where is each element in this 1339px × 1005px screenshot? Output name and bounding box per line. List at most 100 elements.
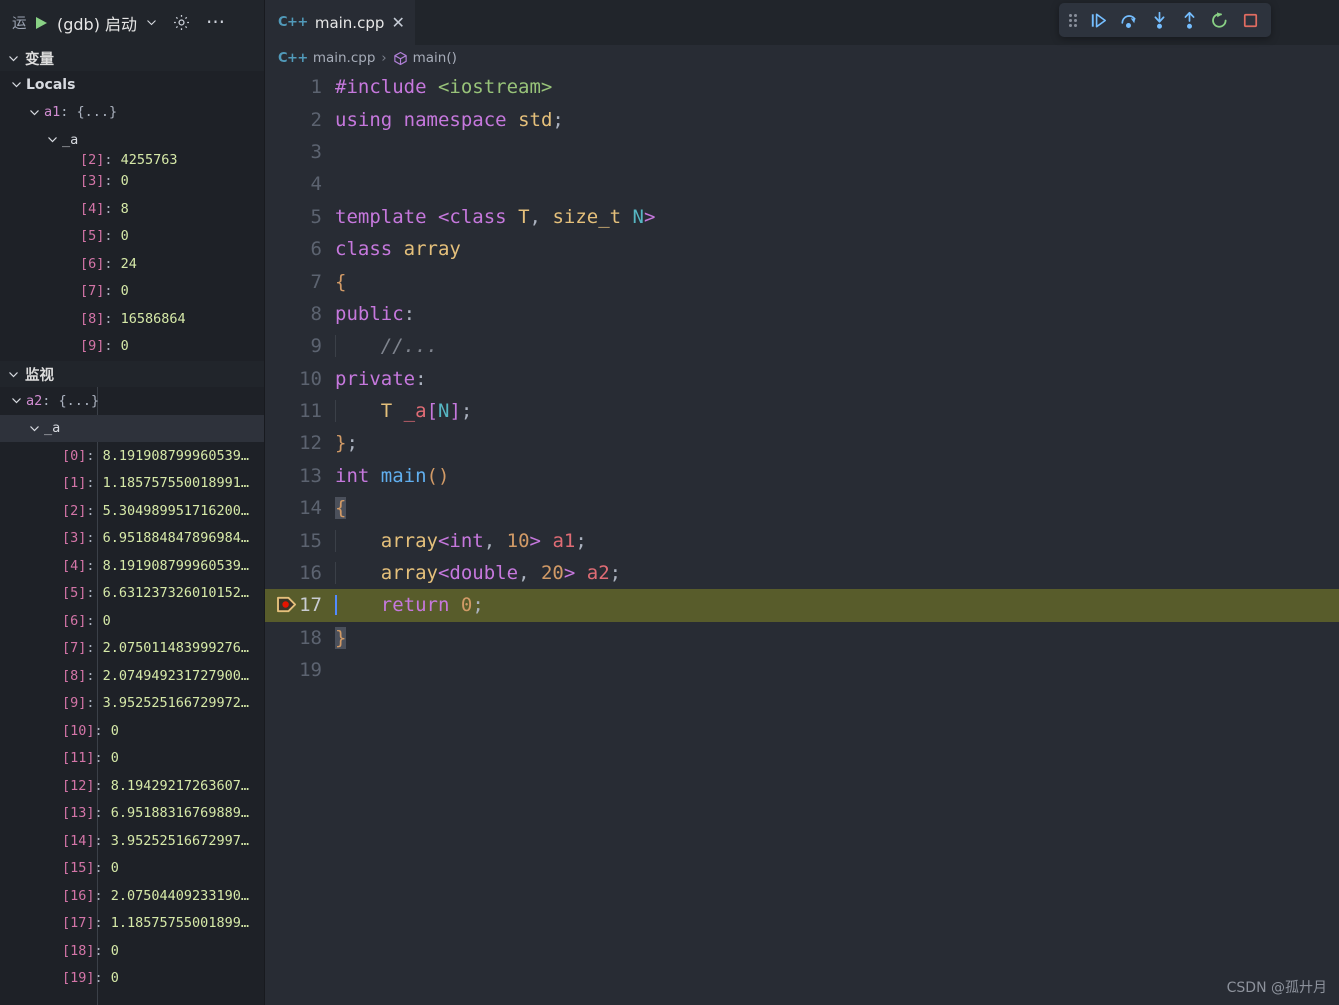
breadcrumb-item-file[interactable]: C++ main.cpp xyxy=(278,50,375,66)
code-line[interactable]: 3 xyxy=(265,136,1339,168)
debug-stackframe-breakpoint-icon[interactable] xyxy=(275,595,299,615)
tree-row[interactable]: [18]: 0 xyxy=(0,937,264,965)
code-tokens: using namespace std; xyxy=(335,108,564,131)
tree-row[interactable]: [11]: 0 xyxy=(0,745,264,773)
line-number: 19 xyxy=(299,659,322,682)
code-line[interactable]: 10 private: xyxy=(265,363,1339,395)
code-text: int main() xyxy=(335,465,1339,487)
step-out-button[interactable] xyxy=(1177,7,1202,33)
more-ellipsis-icon[interactable]: ⋯ xyxy=(206,13,226,32)
code-line[interactable]: 12}; xyxy=(265,427,1339,459)
code-editor[interactable]: 1 #include <iostream> 2 using namespace std… xyxy=(265,71,1339,1005)
tree-row[interactable]: [3]: 0 xyxy=(0,168,264,196)
code-tokens: T _a[N]; xyxy=(380,400,473,423)
chevron-down-icon xyxy=(8,369,19,380)
tree-row[interactable]: a2: {...} xyxy=(0,387,264,415)
code-line[interactable]: 1 #include <iostream> xyxy=(265,71,1339,103)
tree-row[interactable]: [9]: 0 xyxy=(0,333,264,361)
code-line[interactable]: 5 template <class T, size_t N> xyxy=(265,201,1339,233)
code-line[interactable]: 8 public: xyxy=(265,298,1339,330)
variables-tree[interactable]: Locals a1: {...} _a [2]: 4255763 [3]: 0 [4]: … xyxy=(0,71,264,361)
tree-row[interactable]: [2]: 5.304989951716200… xyxy=(0,497,264,525)
chevron-down-icon[interactable] xyxy=(44,132,60,148)
tree-row[interactable]: [19]: 0 xyxy=(0,965,264,993)
code-line[interactable]: 4 xyxy=(265,168,1339,200)
tree-row[interactable]: [13]: 6.95188316769889… xyxy=(0,800,264,828)
tree-row[interactable]: [0]: 8.191908799960539… xyxy=(0,442,264,470)
tree-row[interactable]: _a xyxy=(0,414,264,442)
line-number: 7 xyxy=(310,270,322,293)
watch-section: 监视 a2: {...} _a [0]: 8.191908799960539… [1]… xyxy=(0,361,264,1005)
chevron-down-icon[interactable] xyxy=(26,104,42,120)
tree-row[interactable]: [6]: 24 xyxy=(0,250,264,278)
tree-row-label: [19]: 0 xyxy=(62,970,119,987)
code-tokens: array<int, 10> a1; xyxy=(380,529,587,552)
code-tokens: template <class T, size_t N> xyxy=(335,205,656,228)
tree-row[interactable]: [14]: 3.95252516672997… xyxy=(0,827,264,855)
restart-button[interactable] xyxy=(1207,7,1232,33)
chevron-down-icon[interactable] xyxy=(26,420,42,436)
tree-row[interactable]: [7]: 2.075011483999276… xyxy=(0,635,264,663)
tree-row[interactable]: [16]: 2.07504409233190… xyxy=(0,882,264,910)
code-line[interactable]: 6 class array xyxy=(265,233,1339,265)
tree-row[interactable]: [8]: 16586864 xyxy=(0,305,264,333)
continue-button[interactable] xyxy=(1086,7,1111,33)
tree-row[interactable]: [9]: 3.952525166729972… xyxy=(0,690,264,718)
breadcrumb-item-symbol[interactable]: main() xyxy=(393,50,457,66)
tree-row-label: [6]: 0 xyxy=(62,612,111,629)
tree-row[interactable]: [17]: 1.18575755001899… xyxy=(0,910,264,938)
close-icon[interactable]: ✕ xyxy=(391,14,405,31)
code-line[interactable]: 11 T _a[N]; xyxy=(265,395,1339,427)
code-line[interactable]: 13 int main() xyxy=(265,460,1339,492)
tree-row[interactable]: [4]: 8.191908799960539… xyxy=(0,552,264,580)
tree-row[interactable]: [12]: 8.19429217263607… xyxy=(0,772,264,800)
code-line[interactable]: 16 array<double, 20> a2; xyxy=(265,557,1339,589)
code-line[interactable]: 2 using namespace std; xyxy=(265,103,1339,135)
chevron-down-icon[interactable] xyxy=(146,17,157,28)
tree-row[interactable]: [10]: 0 xyxy=(0,717,264,745)
chevron-down-icon[interactable] xyxy=(8,393,24,409)
code-line[interactable]: 18} xyxy=(265,622,1339,654)
code-line[interactable]: 17 return 0; xyxy=(265,589,1339,622)
watch-section-header[interactable]: 监视 xyxy=(0,361,264,387)
tree-row[interactable]: a1: {...} xyxy=(0,99,264,127)
tree-row[interactable]: Locals xyxy=(0,71,264,99)
tree-row[interactable]: [7]: 0 xyxy=(0,278,264,306)
tree-row[interactable]: _a xyxy=(0,126,264,154)
play-icon[interactable] xyxy=(36,16,47,29)
step-into-button[interactable] xyxy=(1147,7,1172,33)
code-text: T _a[N]; xyxy=(335,400,1339,423)
stop-button[interactable] xyxy=(1238,7,1263,33)
watch-tree[interactable]: a2: {...} _a [0]: 8.191908799960539… [1]: 1… xyxy=(0,387,264,1005)
tab-title: main.cpp xyxy=(314,13,385,32)
tree-row[interactable]: [5]: 0 xyxy=(0,223,264,251)
drag-handle-icon[interactable] xyxy=(1067,12,1079,28)
code-tokens: return 0; xyxy=(380,594,484,617)
tree-row[interactable]: [5]: 6.631237326010152… xyxy=(0,580,264,608)
tree-row[interactable]: [4]: 8 xyxy=(0,195,264,223)
tree-row-label: [13]: 6.95188316769889… xyxy=(62,805,249,822)
tree-row[interactable]: [15]: 0 xyxy=(0,855,264,883)
code-line[interactable]: 19 xyxy=(265,654,1339,686)
breadcrumb-file-label: main.cpp xyxy=(312,50,376,66)
chevron-down-icon[interactable] xyxy=(8,77,24,93)
tree-row[interactable]: [1]: 1.185757550018991… xyxy=(0,470,264,498)
tree-row[interactable]: [2]: 4255763 xyxy=(0,154,264,168)
tree-row[interactable]: [6]: 0 xyxy=(0,607,264,635)
tab-main-cpp[interactable]: C++ main.cpp ✕ xyxy=(265,0,415,45)
gear-icon[interactable] xyxy=(172,13,191,32)
launch-config-name[interactable]: (gdb) 启动 xyxy=(57,11,137,35)
tree-row[interactable]: [3]: 6.951884847896984… xyxy=(0,525,264,553)
code-line[interactable]: 7{ xyxy=(265,265,1339,297)
step-over-button[interactable] xyxy=(1116,7,1141,33)
tree-row-label: [5]: 0 xyxy=(80,228,129,245)
code-line[interactable]: 9 //... xyxy=(265,330,1339,362)
variables-section-header[interactable]: 变量 xyxy=(0,45,264,71)
tree-row[interactable]: [8]: 2.074949231727900… xyxy=(0,662,264,690)
code-line[interactable]: 14 { xyxy=(265,492,1339,524)
code-line[interactable]: 15 array<int, 10> a1; xyxy=(265,524,1339,556)
